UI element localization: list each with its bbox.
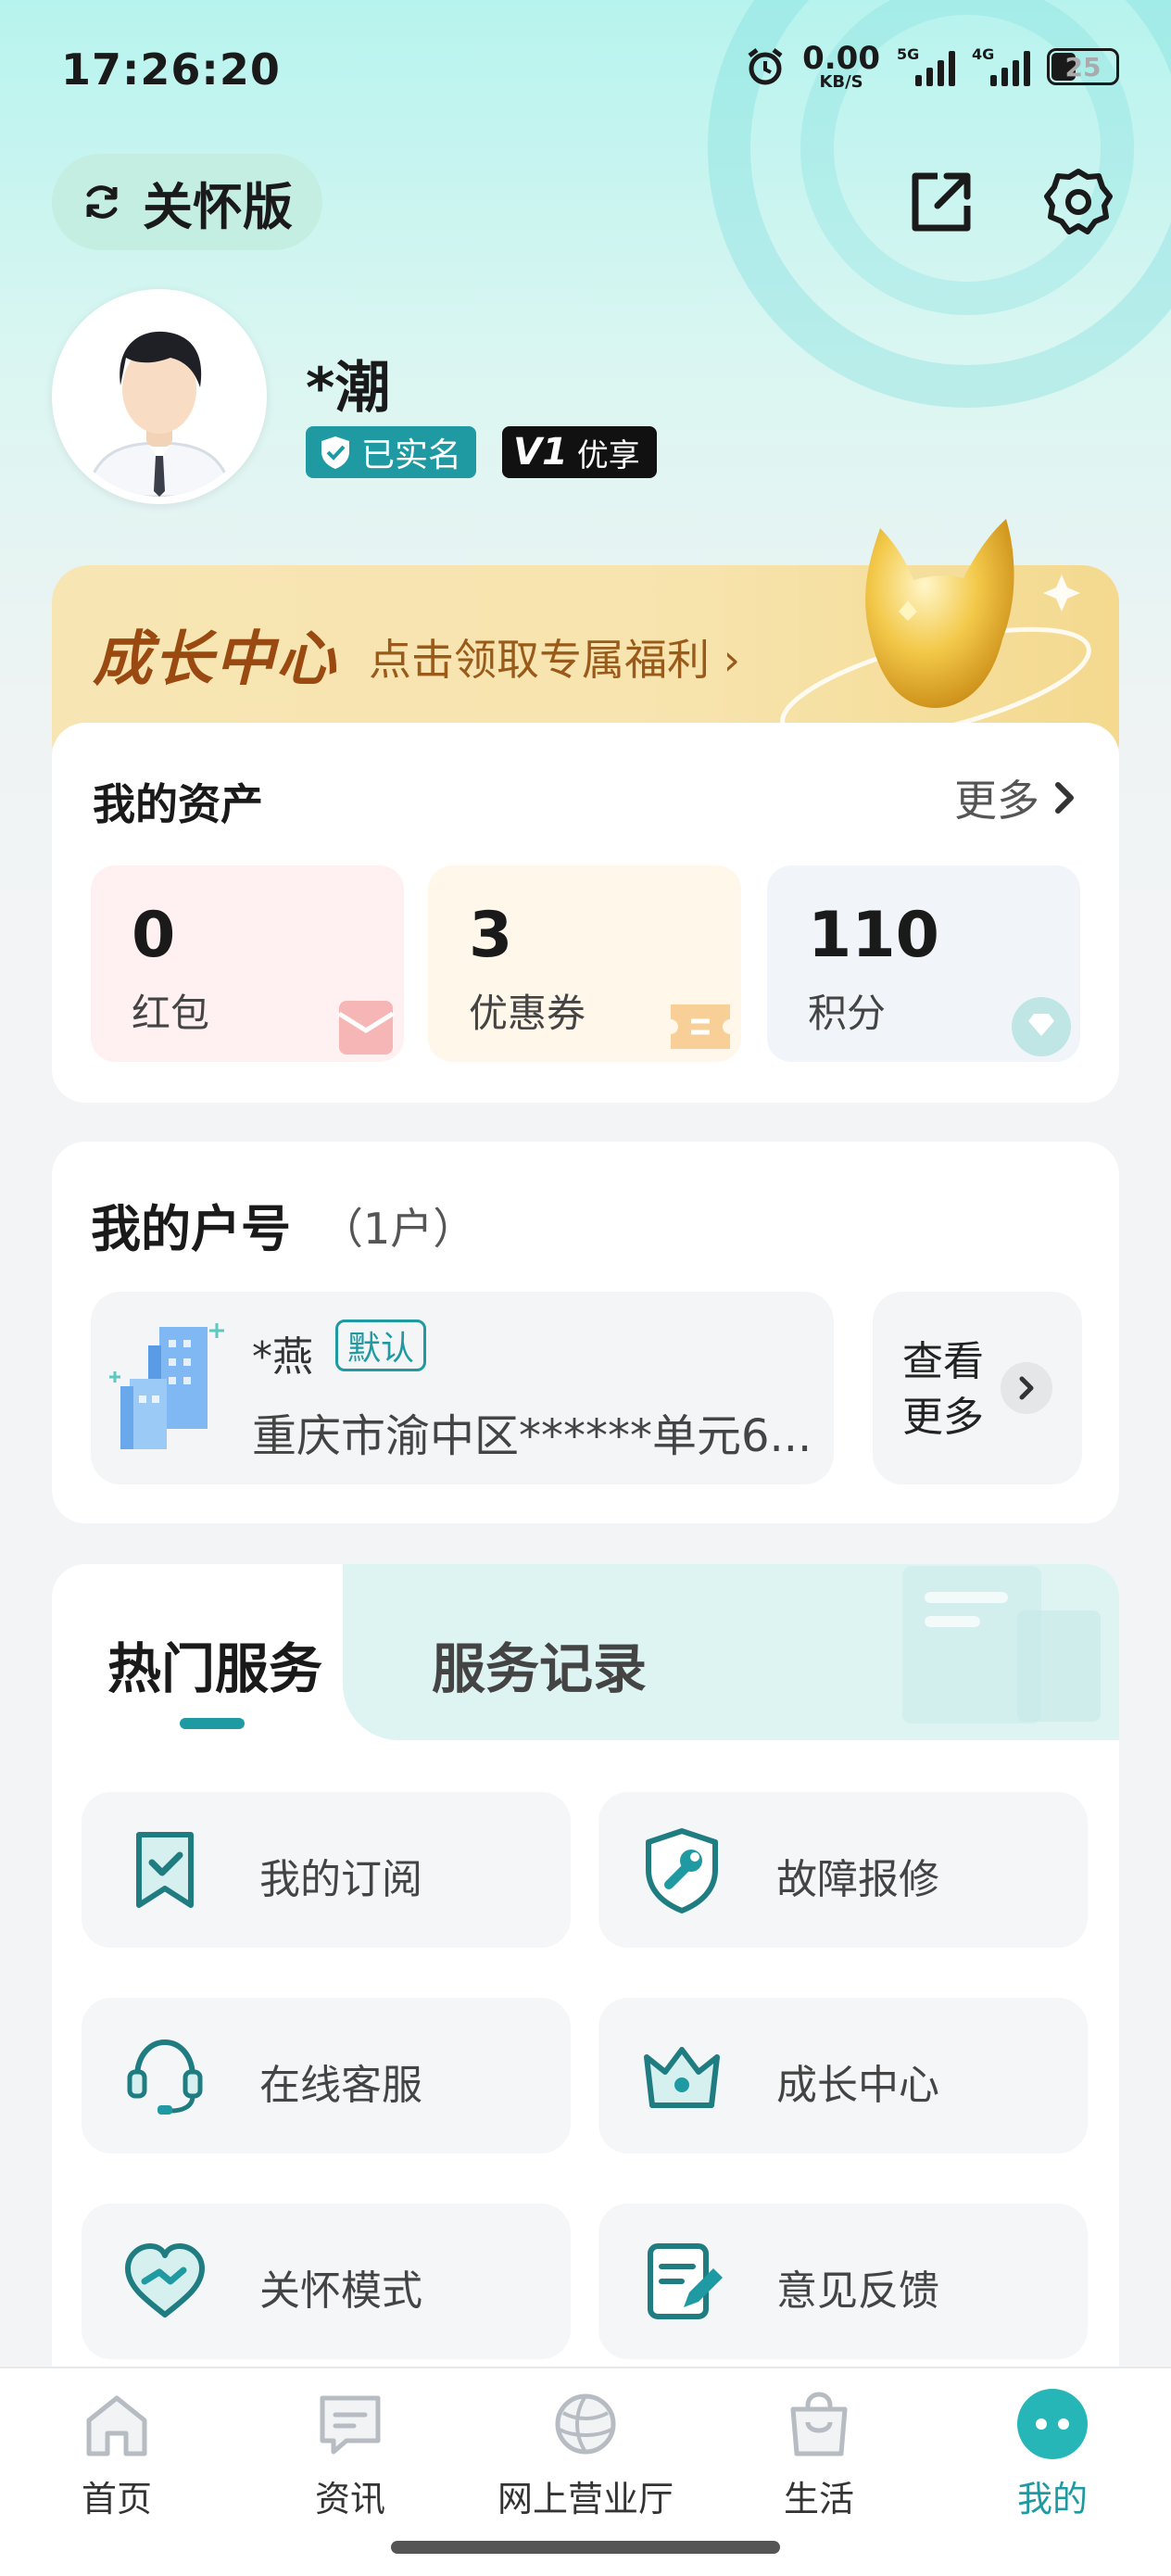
battery-icon: 25 <box>1047 48 1119 85</box>
settings-icon[interactable] <box>1043 167 1114 237</box>
vip-level: V1 <box>513 431 568 474</box>
service-label: 关怀模式 <box>259 2267 422 2315</box>
account-address: 重庆市渝中区******单元6... <box>252 1410 812 1462</box>
service-label: 故障报修 <box>776 1856 939 1903</box>
view-more-label: 查看 更多 <box>902 1334 984 1446</box>
default-tag: 默认 <box>335 1320 427 1371</box>
vip-label: 优享 <box>576 436 640 474</box>
building-icon <box>109 1323 224 1449</box>
signal-5g-label: 5G <box>897 45 920 63</box>
avatar[interactable] <box>52 289 267 504</box>
red-envelope-label: 红包 <box>132 991 210 1036</box>
verified-badge: 已实名 <box>306 426 477 478</box>
care-mode-button[interactable]: 关怀版 <box>52 154 322 250</box>
feedback-icon <box>648 2243 723 2319</box>
red-envelope-icon <box>337 1001 395 1054</box>
coupon-value: 3 <box>469 899 513 972</box>
chevron-right-icon <box>1001 1362 1052 1414</box>
tab-hot-services[interactable]: 热门服务 <box>107 1625 322 1703</box>
red-envelope-value: 0 <box>132 899 176 972</box>
home-indicator[interactable] <box>391 2541 780 2554</box>
coupon-tile[interactable]: 3 优惠券 <box>428 865 741 1062</box>
chevron-right-icon <box>1055 782 1074 814</box>
status-time: 17:26:20 <box>61 44 281 95</box>
service-label: 成长中心 <box>776 2062 939 2109</box>
service-feedback[interactable]: 意见反馈 <box>598 2203 1088 2359</box>
status-icons: 0.00 KB/S 5G 4G 25 <box>745 43 1119 91</box>
net-speed: 0.00 KB/S <box>802 43 880 91</box>
shield-check-icon <box>321 436 349 469</box>
customer-service-icon <box>127 2039 203 2115</box>
care-mode-label: 关怀版 <box>143 177 293 236</box>
avatar-image <box>59 297 259 497</box>
share-icon[interactable] <box>906 167 976 237</box>
nav-life[interactable]: 生活 <box>726 2387 912 2521</box>
online-hall-icon <box>555 2393 616 2455</box>
account-holder-name: *燕 <box>252 1333 313 1381</box>
nav-online-hall[interactable]: 网上营业厅 <box>493 2387 678 2521</box>
assets-more-label: 更多 <box>954 776 1039 826</box>
document-decoration-icon <box>902 1566 1101 1724</box>
nav-label: 网上营业厅 <box>497 2479 674 2519</box>
battery-level: 25 <box>1064 51 1102 82</box>
nav-news[interactable]: 资讯 <box>258 2387 443 2521</box>
alarm-icon <box>748 48 783 85</box>
assets-title: 我的资产 <box>93 779 263 829</box>
signal-4g-icon: 4G <box>972 45 1030 86</box>
crown-icon <box>644 2047 720 2108</box>
view-more-line1: 查看 <box>902 1338 984 1385</box>
signal-4g-label: 4G <box>972 45 995 63</box>
vip-badge[interactable]: V1 优享 <box>502 426 657 478</box>
points-tile[interactable]: 110 积分 <box>767 865 1080 1062</box>
net-speed-value: 0.00 <box>802 40 880 77</box>
nav-label: 我的 <box>1016 2479 1088 2519</box>
verified-label: 已实名 <box>361 436 462 474</box>
net-speed-unit: KB/S <box>819 72 863 92</box>
life-bag-icon <box>790 2392 848 2456</box>
service-label: 我的订阅 <box>259 1856 422 1903</box>
growth-banner-title: 成长中心 <box>93 625 337 694</box>
account-count: （1户） <box>321 1204 476 1254</box>
service-my-subscription[interactable]: 我的订阅 <box>82 1792 571 1948</box>
service-care-mode[interactable]: 关怀模式 <box>82 2203 571 2359</box>
repair-icon <box>646 1828 718 1913</box>
home-icon <box>86 2395 147 2456</box>
service-fault-repair[interactable]: 故障报修 <box>598 1792 1088 1948</box>
points-icon <box>1012 997 1071 1056</box>
nav-mine[interactable]: 我的 <box>960 2387 1145 2521</box>
tab-service-records[interactable]: 服务记录 <box>432 1625 647 1703</box>
nav-label: 首页 <box>81 2479 152 2519</box>
coupon-icon <box>671 1004 730 1049</box>
growth-mascot-image <box>780 519 1091 741</box>
view-more-line2: 更多 <box>902 1394 984 1441</box>
nav-home[interactable]: 首页 <box>24 2387 209 2521</box>
service-label: 在线客服 <box>259 2062 422 2109</box>
service-online-support[interactable]: 在线客服 <box>82 1998 571 2153</box>
nav-label: 资讯 <box>314 2479 385 2519</box>
coupon-label: 优惠券 <box>469 991 586 1036</box>
user-name: *潮 <box>306 356 391 421</box>
service-growth-center[interactable]: 成长中心 <box>598 1998 1088 2153</box>
account-title: 我的户号 <box>91 1200 291 1258</box>
signal-5g-icon: 5G <box>897 45 955 86</box>
red-envelope-tile[interactable]: 0 红包 <box>91 865 404 1062</box>
care-heart-icon <box>125 2243 205 2317</box>
growth-banner-subtitle[interactable]: 点击领取专属福利 › <box>369 626 740 688</box>
service-label: 意见反馈 <box>776 2267 939 2315</box>
points-value: 110 <box>808 899 939 972</box>
tab-active-indicator <box>180 1718 245 1729</box>
assets-more-link[interactable]: 更多 <box>954 767 1078 828</box>
points-label: 积分 <box>808 991 887 1036</box>
profile-icon <box>1017 2389 1088 2459</box>
nav-label: 生活 <box>783 2479 854 2519</box>
subscription-icon <box>136 1832 194 1908</box>
refresh-icon <box>86 185 118 219</box>
news-icon <box>320 2395 381 2455</box>
